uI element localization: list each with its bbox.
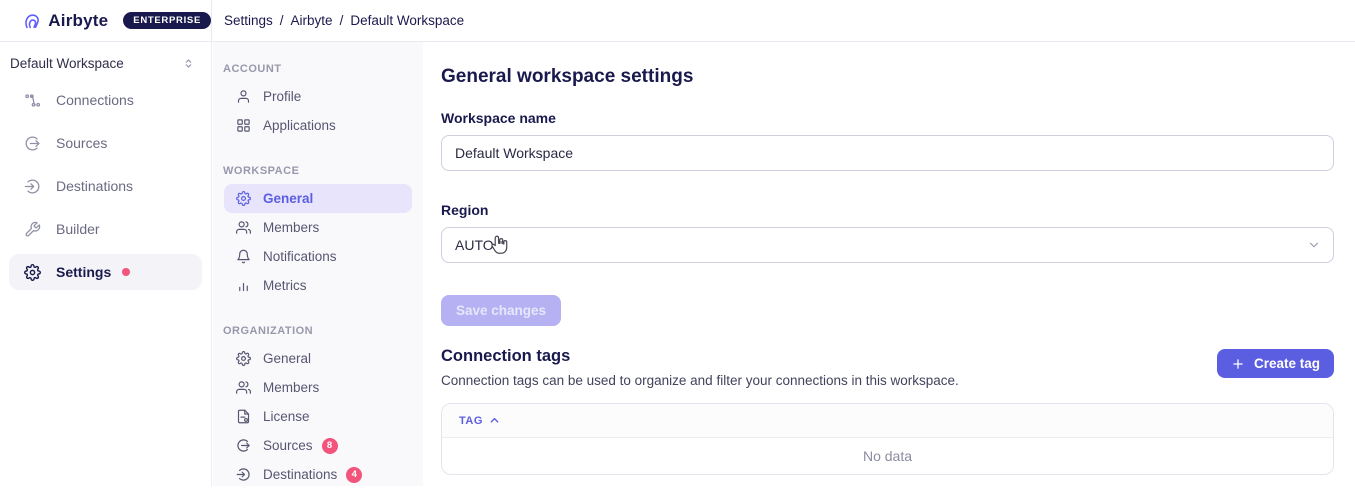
table-empty-state: No data [442,438,1333,474]
chevron-down-icon [1307,238,1321,252]
breadcrumb: Settings / Airbyte / Default Workspace [212,0,464,41]
tag-column-header[interactable]: TAG [459,415,500,427]
settings-nav-label: Profile [263,89,301,104]
brand-area: Airbyte ENTERPRISE [0,0,212,41]
sources-count-badge: 8 [322,438,338,454]
settings-nav-workspace-members[interactable]: Members [224,213,412,242]
sidebar-item-label: Builder [56,221,100,237]
breadcrumb-separator: / [340,13,344,28]
notification-dot [122,268,130,276]
settings-nav-org-destinations[interactable]: Destinations 4 [224,460,412,489]
destinations-count-badge: 4 [346,467,362,483]
settings-nav-label: General [263,191,313,206]
settings-nav-label: Members [263,380,319,395]
airbyte-logo-icon [23,9,41,32]
sidebar-item-settings[interactable]: Settings [9,254,202,290]
grid-icon [236,118,251,133]
region-select[interactable]: AUTO [441,227,1334,263]
sidebar-item-destinations[interactable]: Destinations [9,168,202,204]
top-header: Airbyte ENTERPRISE Settings / Airbyte / … [0,0,1355,42]
settings-nav-label: Metrics [263,278,307,293]
workspace-name-input[interactable] [441,135,1334,171]
enterprise-badge: ENTERPRISE [123,12,211,29]
users-icon [236,380,251,395]
settings-nav-applications[interactable]: Applications [224,111,412,140]
workspace-selector-label: Default Workspace [10,56,124,71]
settings-nav-profile[interactable]: Profile [224,82,412,111]
destination-icon [24,178,41,195]
settings-nav-label: License [263,409,310,424]
connection-tags-header: Connection tags Connection tags can be u… [441,347,959,388]
gear-icon [24,264,41,281]
gear-icon [236,191,251,206]
section-title-account: ACCOUNT [213,62,423,76]
create-tag-button-label: Create tag [1254,356,1320,371]
bell-icon [236,249,251,264]
workspace-name-label: Workspace name [441,110,1334,126]
sidebar-item-label: Sources [56,135,107,151]
sort-ascending-icon [489,415,500,426]
settings-nav-org-sources[interactable]: Sources 8 [224,431,412,460]
users-icon [236,220,251,235]
bar-chart-icon [236,278,251,293]
page-title: General workspace settings [441,66,1334,88]
settings-nav-license[interactable]: License [224,402,412,431]
connections-icon [24,92,41,109]
settings-nav-label: Notifications [263,249,337,264]
sidebar-item-label: Destinations [56,178,133,194]
main-content: General workspace settings Workspace nam… [423,42,1355,486]
settings-nav-label: Applications [263,118,336,133]
region-selected-value: AUTO [455,237,494,253]
connection-tags-title: Connection tags [441,347,959,366]
breadcrumb-airbyte[interactable]: Airbyte [291,13,333,28]
settings-nav-notifications[interactable]: Notifications [224,242,412,271]
settings-nav-label: Destinations [263,467,337,482]
create-tag-button[interactable]: Create tag [1217,349,1334,378]
settings-nav-workspace-general[interactable]: General [224,184,412,213]
breadcrumb-separator: / [280,13,284,28]
sidebar-item-sources[interactable]: Sources [9,125,202,161]
settings-nav-label: Members [263,220,319,235]
breadcrumb-default-workspace[interactable]: Default Workspace [350,13,464,28]
source-icon [236,438,251,453]
destination-icon [236,467,251,482]
sidebar-item-label: Connections [56,92,134,108]
main-sidebar: Default Workspace Connections Sources De… [0,42,212,486]
user-icon [236,89,251,104]
settings-nav-label: General [263,351,311,366]
connection-tags-table: TAG No data [441,403,1334,475]
section-title-workspace: WORKSPACE [213,164,423,178]
settings-nav-metrics[interactable]: Metrics [224,271,412,300]
breadcrumb-settings[interactable]: Settings [224,13,273,28]
section-title-organization: ORGANIZATION [213,324,423,338]
wrench-icon [24,221,41,238]
sidebar-item-connections[interactable]: Connections [9,82,202,118]
connection-tags-description: Connection tags can be used to organize … [441,373,959,388]
workspace-selector[interactable]: Default Workspace [0,50,211,75]
sidebar-item-builder[interactable]: Builder [9,211,202,247]
save-changes-button[interactable]: Save changes [441,295,561,326]
brand-name: Airbyte [48,11,108,31]
settings-nav-org-members[interactable]: Members [224,373,412,402]
chevron-up-down-icon [182,57,195,70]
settings-nav-org-general[interactable]: General [224,344,412,373]
source-icon [24,135,41,152]
plus-icon [1231,357,1245,371]
settings-sidebar: ACCOUNT Profile Applications WORKSPACE G… [213,42,423,486]
region-label: Region [441,202,1334,218]
gear-icon [236,351,251,366]
sidebar-item-label: Settings [56,264,111,280]
table-header-row: TAG [442,404,1333,438]
license-icon [236,409,251,424]
settings-nav-label: Sources [263,438,313,453]
